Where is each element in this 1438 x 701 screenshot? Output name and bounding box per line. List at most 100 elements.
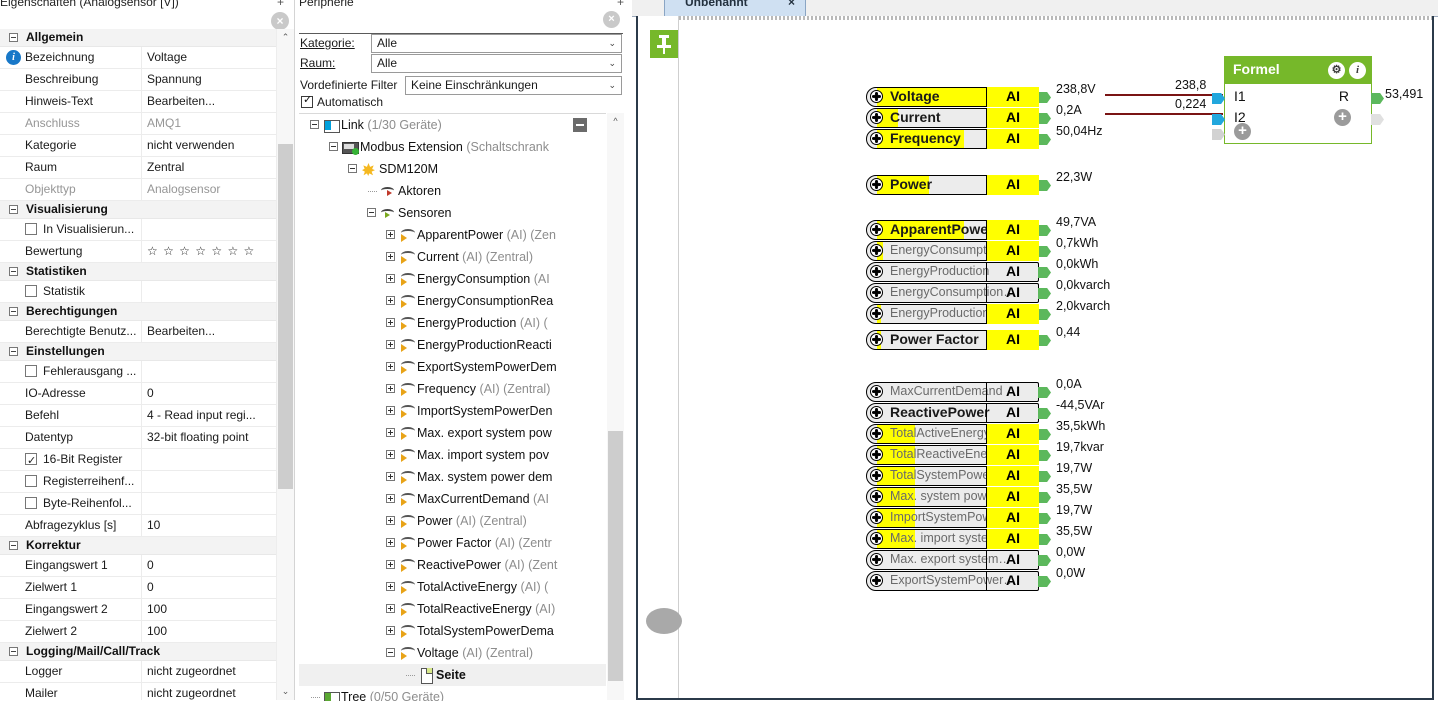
info-icon[interactable]: i: [1349, 62, 1366, 79]
sensor-output-port[interactable]: [1038, 335, 1051, 346]
sensor-output-port[interactable]: [1038, 492, 1051, 503]
property-value[interactable]: nicht zugeordnet: [141, 661, 260, 682]
close-icon[interactable]: ×: [788, 0, 795, 9]
sensor-output-port[interactable]: [1038, 267, 1051, 278]
property-row[interactable]: Datentyp 32-bit floating point: [0, 427, 277, 449]
property-row[interactable]: Hinweis-Text Bearbeiten...: [0, 91, 277, 113]
tree-expander[interactable]: [385, 422, 398, 444]
tree-expander[interactable]: [385, 356, 398, 378]
sensor-block[interactable]: Power AI 22,3W: [866, 170, 1092, 195]
tree-expander[interactable]: [385, 510, 398, 532]
property-row[interactable]: Bewertung ☆ ☆ ☆ ☆ ☆ ☆ ☆ ☆: [0, 241, 277, 263]
property-value[interactable]: [141, 281, 260, 302]
tree-node[interactable]: ExportSystemPowerDem: [299, 356, 606, 378]
gear-icon[interactable]: [870, 406, 883, 419]
connection-wire[interactable]: [1105, 94, 1223, 96]
property-row[interactable]: In Visualisierun...: [0, 219, 277, 241]
property-value[interactable]: 0: [141, 383, 260, 404]
tree-expander[interactable]: [385, 400, 398, 422]
tree-expander[interactable]: [385, 246, 398, 268]
chevron-down-icon[interactable]: ⌄: [608, 35, 616, 52]
tree-node[interactable]: Power Factor (AI) (Zentr: [299, 532, 606, 554]
collapse-icon[interactable]: [9, 541, 18, 550]
property-group-header[interactable]: Korrektur: [0, 537, 277, 555]
formel-inport-add[interactable]: [1212, 129, 1225, 140]
tree-expander[interactable]: [328, 136, 341, 158]
collapse-icon[interactable]: [9, 267, 18, 276]
tree-expander[interactable]: [366, 202, 379, 224]
sensor-output-port[interactable]: [1038, 555, 1051, 566]
sensor-output-port[interactable]: [1038, 180, 1051, 191]
property-row[interactable]: Beschreibung Spannung: [0, 69, 277, 91]
tree-node-selected[interactable]: Seite: [299, 664, 606, 686]
property-group-header[interactable]: Einstellungen: [0, 343, 277, 361]
tree-node[interactable]: Link (1/30 Geräte): [299, 114, 606, 136]
formel-inport-2[interactable]: [1212, 114, 1225, 125]
property-value[interactable]: 0: [141, 555, 260, 576]
tree-expander[interactable]: [385, 488, 398, 510]
tree-expander[interactable]: [385, 466, 398, 488]
property-value[interactable]: Zentral: [141, 157, 260, 178]
sensor-block[interactable]: Frequency AI 50,04Hz: [866, 124, 1103, 149]
sensor-block[interactable]: Power Factor AI 0,44: [866, 325, 1092, 350]
property-value[interactable]: 0: [141, 577, 260, 598]
property-value[interactable]: [141, 219, 260, 240]
tree-node[interactable]: EnergyConsumptionRea: [299, 290, 606, 312]
property-group-header[interactable]: Allgemein: [0, 29, 277, 47]
property-row[interactable]: Raum Zentral: [0, 157, 277, 179]
chevron-down-icon[interactable]: ⌄: [277, 683, 294, 700]
property-value[interactable]: nicht verwenden: [141, 135, 260, 156]
property-value[interactable]: nicht zugeordnet: [141, 683, 260, 700]
tree-node[interactable]: TotalSystemPowerDema: [299, 620, 606, 642]
property-row[interactable]: Zielwert 2 100: [0, 621, 277, 643]
tree-expander[interactable]: [385, 378, 398, 400]
sensor-output-port[interactable]: [1038, 113, 1051, 124]
sensor-output-port[interactable]: [1038, 408, 1051, 419]
tree-expander[interactable]: [385, 576, 398, 598]
gear-icon[interactable]: [870, 574, 883, 587]
checkbox-icon[interactable]: [25, 223, 37, 235]
tree-node[interactable]: Aktoren: [299, 180, 606, 202]
tab-unbenannt[interactable]: Unbenannt ×: [664, 0, 806, 17]
tree-expander[interactable]: [385, 620, 398, 642]
checkbox-icon[interactable]: [301, 93, 313, 108]
sensor-output-port[interactable]: [1038, 288, 1051, 299]
device-tree[interactable]: Link (1/30 Geräte) Modbus Extension (Scha…: [299, 113, 606, 701]
property-value[interactable]: 10: [141, 515, 260, 536]
properties-scrollbar[interactable]: ⌃ ⌄: [276, 29, 294, 700]
tree-node[interactable]: TotalActiveEnergy (AI) (: [299, 576, 606, 598]
gear-icon[interactable]: [870, 286, 883, 299]
formel-block[interactable]: Formel ⚙ i I1 I2 + R + 53,491: [1212, 56, 1423, 144]
tree-node[interactable]: ImportSystemPowerDen: [299, 400, 606, 422]
tree-expander[interactable]: [385, 598, 398, 620]
property-row[interactable]: IO-Adresse 0: [0, 383, 277, 405]
collapse-all-button[interactable]: [573, 118, 587, 132]
property-value[interactable]: 100: [141, 599, 260, 620]
property-value[interactable]: [141, 361, 260, 382]
property-value[interactable]: [141, 449, 260, 470]
connection-wire[interactable]: [1105, 113, 1223, 115]
property-value[interactable]: AMQ1: [141, 113, 260, 134]
tree-node[interactable]: Power (AI) (Zentral): [299, 510, 606, 532]
gear-icon[interactable]: [870, 490, 883, 503]
tree-expander[interactable]: [385, 642, 398, 664]
tree-expander[interactable]: [385, 224, 398, 246]
chevron-down-icon[interactable]: ⌄: [608, 55, 616, 72]
pin-icon[interactable]: [650, 30, 678, 58]
checkbox-icon[interactable]: [25, 475, 37, 487]
property-group-header[interactable]: Logging/Mail/Call/Track: [0, 643, 277, 661]
tree-node[interactable]: EnergyProductionReacti: [299, 334, 606, 356]
property-value[interactable]: ☆ ☆ ☆ ☆ ☆ ☆ ☆ ☆: [141, 241, 260, 262]
gear-icon[interactable]: [870, 111, 883, 124]
property-value[interactable]: [141, 493, 260, 514]
property-value[interactable]: Voltage: [141, 47, 260, 68]
collapse-icon[interactable]: [9, 33, 18, 42]
gear-icon[interactable]: [870, 132, 883, 145]
sensor-output-port[interactable]: [1038, 246, 1051, 257]
sensor-output-port[interactable]: [1038, 450, 1051, 461]
gear-icon[interactable]: [870, 265, 883, 278]
tree-expander[interactable]: [385, 268, 398, 290]
sensor-output-port[interactable]: [1038, 513, 1051, 524]
collapse-icon[interactable]: [9, 647, 18, 656]
sensor-block[interactable]: EnergyProductionR… AI 2,0kvarch: [866, 299, 1110, 324]
